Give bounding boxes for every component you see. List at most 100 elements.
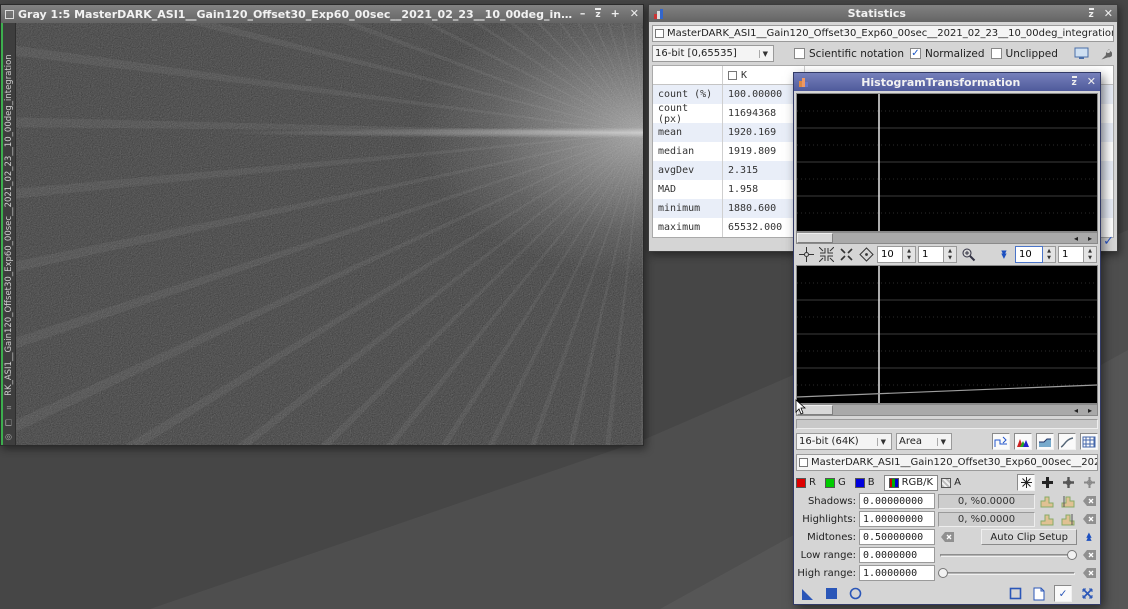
high-range-reset-icon[interactable]: [1080, 565, 1098, 582]
image-selector-tab[interactable]: RK_ASI1__Gain120_Offset30_Exp60_00sec__2…: [1, 23, 16, 445]
second-vertical-zoom-input[interactable]: [1058, 246, 1084, 263]
browse-documentation-icon[interactable]: [1006, 585, 1024, 602]
zoom-mode-icon[interactable]: [959, 246, 977, 263]
high-range-slider[interactable]: [938, 566, 1077, 580]
input-plot-scrollbar[interactable]: ◂ ▸: [796, 404, 1098, 416]
highlights-reset-icon[interactable]: [1080, 511, 1098, 528]
statistics-titlebar[interactable]: Statistics z ✕: [649, 5, 1117, 22]
scientific-notation-checkbox[interactable]: [794, 48, 805, 59]
statistics-close-button[interactable]: ✕: [1104, 9, 1113, 19]
second-horizontal-zoom-input[interactable]: [1015, 246, 1043, 263]
auto-clip-apply-icon[interactable]: ▲▲: [1080, 529, 1098, 546]
histogram-titlebar[interactable]: HistogramTransformation z ✕: [794, 73, 1100, 91]
auto-clip-setup-button[interactable]: Auto Clip Setup: [981, 529, 1077, 545]
mid-grid-style-icon[interactable]: [1059, 474, 1077, 491]
show-all-curves-icon[interactable]: [1017, 474, 1035, 491]
chevron-down-icon[interactable]: ▼: [759, 50, 771, 58]
plot-mode-selector[interactable]: Area ▼: [896, 433, 952, 450]
mtf-curve-toggle-icon[interactable]: [1058, 433, 1076, 450]
grid-toggle-icon[interactable]: [1080, 433, 1098, 450]
sync-zoom-icon[interactable]: ▼▼: [995, 246, 1013, 263]
spin-down-icon[interactable]: ▼: [944, 255, 956, 263]
track-view-check-icon[interactable]: ✓: [1054, 585, 1072, 602]
rgbk-channel-button[interactable]: RGB/K: [884, 475, 938, 491]
vertical-zoom-input[interactable]: [918, 246, 944, 263]
blue-channel-chip[interactable]: [855, 478, 865, 488]
spin-down-icon[interactable]: ▼: [903, 255, 915, 263]
spin-up-icon[interactable]: ▲: [944, 247, 956, 255]
midtones-reset-icon[interactable]: [938, 529, 956, 546]
histogram-transformation-window[interactable]: HistogramTransformation z ✕ ◂ ▸: [793, 72, 1101, 605]
shadows-clip-count-icon[interactable]: [1038, 493, 1056, 510]
shadows-clip-graph-icon[interactable]: [1059, 493, 1077, 510]
second-vertical-zoom-spinbox[interactable]: ▲▼: [1058, 246, 1097, 263]
readout-mode-icon[interactable]: [797, 246, 815, 263]
scroll-left-icon[interactable]: ◂: [1069, 233, 1083, 243]
unclipped-option[interactable]: Unclipped: [991, 48, 1058, 60]
chevron-down-icon[interactable]: ▼: [877, 438, 889, 446]
shadows-reset-icon[interactable]: [1080, 493, 1098, 510]
normalized-checkbox[interactable]: ✓: [910, 48, 921, 59]
close-button[interactable]: ✕: [630, 9, 639, 19]
low-range-slider[interactable]: [938, 548, 1077, 562]
preferences-wrench-icon[interactable]: [1096, 45, 1114, 62]
green-channel-chip[interactable]: [825, 478, 835, 488]
image-window-titlebar[interactable]: Gray 1:5 MasterDARK_ASI1__Gain120_Offset…: [1, 5, 643, 23]
spin-up-icon[interactable]: ▲: [1043, 247, 1055, 255]
reset-icon[interactable]: [1078, 585, 1096, 602]
scroll-right-icon[interactable]: ▸: [1083, 405, 1097, 415]
image-selector-mode-icons[interactable]: ◎ ❐ ⌗: [4, 398, 14, 445]
process-properties-icon[interactable]: [1030, 585, 1048, 602]
light-grid-style-icon[interactable]: [1080, 474, 1098, 491]
slider-thumb[interactable]: [938, 568, 948, 578]
second-horizontal-zoom-spinbox[interactable]: ▲▼: [1015, 246, 1056, 263]
text-view-icon[interactable]: [1072, 45, 1090, 62]
image-window[interactable]: Gray 1:5 MasterDARK_ASI1__Gain120_Offset…: [0, 4, 644, 446]
highlights-clip-count-icon[interactable]: [1038, 511, 1056, 528]
scroll-left-icon[interactable]: ◂: [1069, 405, 1083, 415]
scientific-notation-option[interactable]: Scientific notation: [794, 48, 904, 60]
horizontal-zoom-input[interactable]: [877, 246, 903, 263]
statistics-range-selector[interactable]: 16-bit [0,65535] ▼: [652, 45, 774, 62]
horizontal-zoom-spinbox[interactable]: ▲▼: [877, 246, 916, 263]
chevron-down-icon[interactable]: ▼: [937, 438, 949, 446]
scroll-right-icon[interactable]: ▸: [1083, 233, 1097, 243]
red-channel-chip[interactable]: [796, 478, 806, 488]
iconize-button[interactable]: –: [580, 9, 586, 19]
slider-track[interactable]: [940, 572, 1075, 575]
low-range-input[interactable]: [859, 547, 935, 563]
alpha-channel-chip[interactable]: [941, 478, 951, 488]
image-canvas[interactable]: [16, 23, 643, 445]
spin-down-icon[interactable]: ▼: [1084, 255, 1096, 263]
dark-grid-style-icon[interactable]: [1038, 474, 1056, 491]
shadows-input[interactable]: [859, 493, 935, 509]
statistics-shade-button[interactable]: z: [1089, 8, 1094, 20]
pan-mode-icon[interactable]: [857, 246, 875, 263]
slider-track[interactable]: [940, 554, 1075, 557]
apply-icon[interactable]: [822, 585, 840, 602]
zoom-out-all-icon[interactable]: [817, 246, 835, 263]
shade-button[interactable]: z: [595, 8, 600, 20]
slider-thumb[interactable]: [1067, 550, 1077, 560]
realtime-preview-icon[interactable]: [846, 585, 864, 602]
histogram-view-selector[interactable]: MasterDARK_ASI1__Gain120_Offset30_Exp60_…: [796, 454, 1098, 471]
highlights-clip-graph-icon[interactable]: [1059, 511, 1077, 528]
rgb-histogram-toggle-icon[interactable]: [1014, 433, 1032, 450]
zoom-in-all-icon[interactable]: [837, 246, 855, 263]
scrollbar-thumb[interactable]: [797, 405, 833, 415]
unclipped-checkbox[interactable]: [991, 48, 1002, 59]
output-histogram-plot[interactable]: [796, 93, 1098, 232]
spin-up-icon[interactable]: ▲: [1084, 247, 1096, 255]
spin-down-icon[interactable]: ▼: [1043, 255, 1055, 263]
output-plot-scrollbar[interactable]: ◂ ▸: [796, 232, 1098, 244]
low-range-reset-icon[interactable]: [1080, 547, 1098, 564]
new-instance-icon[interactable]: [798, 585, 816, 602]
statistics-apply-check-icon[interactable]: ✓: [1103, 234, 1114, 249]
input-histogram-plot[interactable]: [796, 265, 1098, 404]
histogram-shade-button[interactable]: z: [1072, 76, 1077, 88]
highlights-input[interactable]: [859, 511, 935, 527]
histogram-close-button[interactable]: ✕: [1087, 77, 1096, 87]
raw-histogram-toggle-icon[interactable]: [992, 433, 1010, 450]
statistics-view-selector[interactable]: MasterDARK_ASI1__Gain120_Offset30_Exp60_…: [652, 25, 1114, 42]
normalized-option[interactable]: ✓ Normalized: [910, 48, 985, 60]
